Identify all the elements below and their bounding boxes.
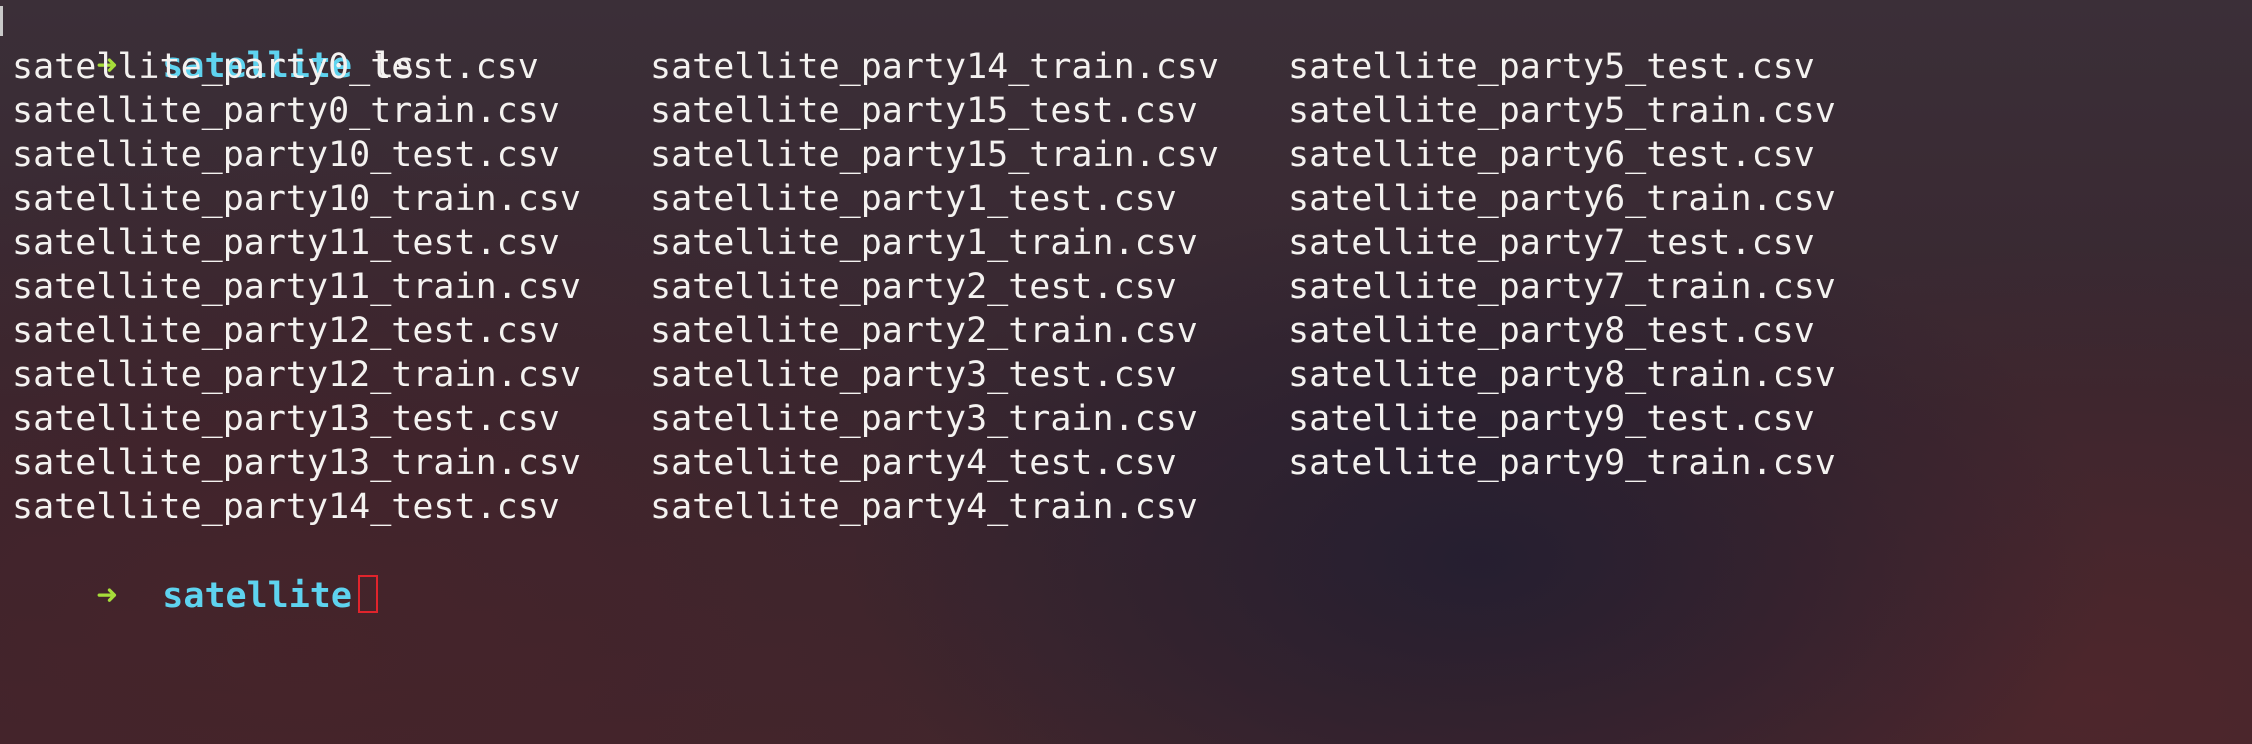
file-entry: satellite_party0_train.csv [12,91,560,131]
file-entry: satellite_party5_test.csv [1288,47,1815,87]
file-entry: satellite_party10_train.csv [12,179,581,219]
file-entry: satellite_party2_test.csv [650,267,1177,307]
active-prompt-line[interactable]: ➜ satellite [12,530,378,616]
file-entry: satellite_party10_test.csv [12,135,560,175]
file-entry: satellite_party0_test.csv [12,47,539,87]
file-entry: satellite_party7_test.csv [1288,223,1815,263]
file-entry: satellite_party8_test.csv [1288,311,1815,351]
file-entry: satellite_party9_test.csv [1288,399,1815,439]
file-entry: satellite_party3_train.csv [650,399,1198,439]
file-entry: satellite_party13_test.csv [12,399,560,439]
file-entry: satellite_party11_train.csv [12,267,581,307]
file-listing: satellite_party0_test.csv satellite_party… [12,45,1928,529]
file-entry: satellite_party9_train.csv [1288,443,1836,483]
file-entry: satellite_party11_test.csv [12,223,560,263]
file-entry: satellite_party5_train.csv [1288,91,1836,131]
file-entry: satellite_party2_train.csv [650,311,1198,351]
file-entry: satellite_party15_test.csv [650,91,1198,131]
pane-edge-marker [0,6,3,36]
prompt-directory: satellite [162,576,352,616]
file-entry: satellite_party4_test.csv [650,443,1177,483]
file-entry: satellite_party14_test.csv [12,487,560,527]
file-entry: satellite_party6_test.csv [1288,135,1815,175]
file-entry: satellite_party7_train.csv [1288,267,1836,307]
file-entry: satellite_party3_test.csv [650,355,1177,395]
file-entry: satellite_party1_test.csv [650,179,1177,219]
file-entry: satellite_party8_train.csv [1288,355,1836,395]
command-line: ➜ satellite ls [12,0,415,86]
file-entry: satellite_party12_test.csv [12,311,560,351]
text-cursor[interactable] [357,575,378,613]
file-entry: satellite_party12_train.csv [12,355,581,395]
file-entry: satellite_party15_train.csv [650,135,1219,175]
file-entry: satellite_party6_train.csv [1288,179,1836,219]
file-entry: satellite_party14_train.csv [650,47,1219,87]
terminal-window[interactable]: ➜ satellite ls satellite_party0_test.csv s… [0,0,2252,744]
prompt-arrow-icon: ➜ [96,576,118,616]
file-entry: satellite_party13_train.csv [12,443,581,483]
file-entry: satellite_party1_train.csv [650,223,1198,263]
file-entry: satellite_party4_train.csv [650,487,1198,527]
